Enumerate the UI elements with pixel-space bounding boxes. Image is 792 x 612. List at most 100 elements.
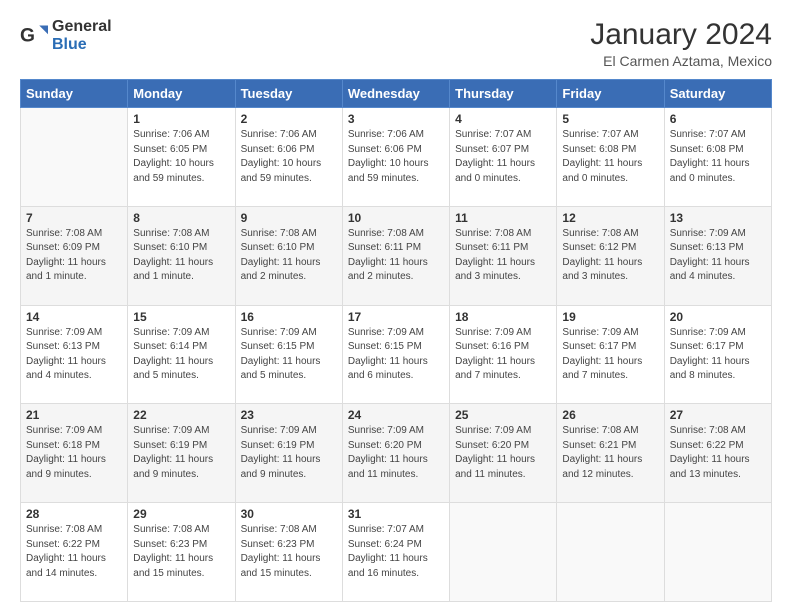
- logo: G General Blue: [20, 18, 112, 54]
- day-number: 18: [455, 310, 551, 324]
- week-row-3: 14 Sunrise: 7:09 AMSunset: 6:13 PMDayligh…: [21, 305, 772, 404]
- column-header-thursday: Thursday: [450, 80, 557, 108]
- calendar-cell: 23 Sunrise: 7:09 AMSunset: 6:19 PMDayligh…: [235, 404, 342, 503]
- day-info: Sunrise: 7:09 AMSunset: 6:13 PMDaylight:…: [26, 326, 122, 384]
- calendar-cell: 3 Sunrise: 7:06 AMSunset: 6:06 PMDaylight…: [342, 108, 449, 207]
- calendar-cell: 24 Sunrise: 7:09 AMSunset: 6:20 PMDayligh…: [342, 404, 449, 503]
- day-info: Sunrise: 7:06 AMSunset: 6:06 PMDaylight:…: [241, 128, 337, 186]
- calendar-table: SundayMondayTuesdayWednesdayThursdayFrid…: [20, 79, 772, 602]
- calendar-cell: 2 Sunrise: 7:06 AMSunset: 6:06 PMDaylight…: [235, 108, 342, 207]
- calendar-cell: 31Sunrise: 7:07 AMSunset: 6:24 PMDayligh…: [342, 503, 449, 602]
- header-row: SundayMondayTuesdayWednesdayThursdayFrid…: [21, 80, 772, 108]
- day-info: Sunrise: 7:09 AMSunset: 6:18 PMDaylight:…: [26, 424, 122, 482]
- day-number: 29: [133, 507, 229, 521]
- column-header-tuesday: Tuesday: [235, 80, 342, 108]
- calendar-cell: 12 Sunrise: 7:08 AMSunset: 6:12 PMDayligh…: [557, 206, 664, 305]
- calendar-cell: 13 Sunrise: 7:09 AMSunset: 6:13 PMDayligh…: [664, 206, 771, 305]
- logo-general: General: [52, 18, 112, 35]
- page-subtitle: El Carmen Aztama, Mexico: [590, 53, 772, 69]
- calendar-cell: 26Sunrise: 7:08 AMSunset: 6:21 PMDayligh…: [557, 404, 664, 503]
- day-info: Sunrise: 7:07 AMSunset: 6:24 PMDaylight:…: [348, 523, 444, 581]
- day-info: Sunrise: 7:08 AMSunset: 6:10 PMDaylight:…: [133, 227, 229, 285]
- day-info: Sunrise: 7:09 AMSunset: 6:15 PMDaylight:…: [348, 326, 444, 384]
- day-number: 23: [241, 408, 337, 422]
- day-info: Sunrise: 7:07 AMSunset: 6:08 PMDaylight:…: [670, 128, 766, 186]
- page-title: January 2024: [590, 18, 772, 51]
- column-header-monday: Monday: [128, 80, 235, 108]
- day-number: 27: [670, 408, 766, 422]
- calendar-cell: [664, 503, 771, 602]
- day-info: Sunrise: 7:07 AMSunset: 6:07 PMDaylight:…: [455, 128, 551, 186]
- day-number: 3: [348, 112, 444, 126]
- calendar-cell: 10Sunrise: 7:08 AMSunset: 6:11 PMDayligh…: [342, 206, 449, 305]
- calendar-cell: 8 Sunrise: 7:08 AMSunset: 6:10 PMDaylight…: [128, 206, 235, 305]
- day-info: Sunrise: 7:09 AMSunset: 6:13 PMDaylight:…: [670, 227, 766, 285]
- day-number: 16: [241, 310, 337, 324]
- calendar-cell: 6 Sunrise: 7:07 AMSunset: 6:08 PMDaylight…: [664, 108, 771, 207]
- calendar-cell: [557, 503, 664, 602]
- day-info: Sunrise: 7:09 AMSunset: 6:14 PMDaylight:…: [133, 326, 229, 384]
- calendar-cell: 18Sunrise: 7:09 AMSunset: 6:16 PMDayligh…: [450, 305, 557, 404]
- top-section: G General Blue January 2024 El Carmen Az…: [20, 18, 772, 69]
- logo-text: General Blue: [52, 18, 112, 54]
- logo-icon: G: [20, 22, 48, 50]
- day-info: Sunrise: 7:08 AMSunset: 6:11 PMDaylight:…: [348, 227, 444, 285]
- calendar-cell: 5Sunrise: 7:07 AMSunset: 6:08 PMDaylight…: [557, 108, 664, 207]
- column-header-wednesday: Wednesday: [342, 80, 449, 108]
- day-info: Sunrise: 7:09 AMSunset: 6:20 PMDaylight:…: [455, 424, 551, 482]
- calendar-cell: 20 Sunrise: 7:09 AMSunset: 6:17 PMDayligh…: [664, 305, 771, 404]
- svg-text:G: G: [20, 25, 35, 46]
- calendar-header: SundayMondayTuesdayWednesdayThursdayFrid…: [21, 80, 772, 108]
- day-number: 4: [455, 112, 551, 126]
- day-info: Sunrise: 7:09 AMSunset: 6:15 PMDaylight:…: [241, 326, 337, 384]
- calendar-cell: 22Sunrise: 7:09 AMSunset: 6:19 PMDayligh…: [128, 404, 235, 503]
- day-info: Sunrise: 7:06 AMSunset: 6:06 PMDaylight:…: [348, 128, 444, 186]
- calendar-cell: [21, 108, 128, 207]
- day-number: 14: [26, 310, 122, 324]
- day-info: Sunrise: 7:08 AMSunset: 6:23 PMDaylight:…: [241, 523, 337, 581]
- day-info: Sunrise: 7:08 AMSunset: 6:21 PMDaylight:…: [562, 424, 658, 482]
- day-number: 20: [670, 310, 766, 324]
- day-info: Sunrise: 7:09 AMSunset: 6:19 PMDaylight:…: [241, 424, 337, 482]
- calendar-cell: 7 Sunrise: 7:08 AMSunset: 6:09 PMDaylight…: [21, 206, 128, 305]
- day-number: 6: [670, 112, 766, 126]
- title-section: January 2024 El Carmen Aztama, Mexico: [590, 18, 772, 69]
- day-number: 8: [133, 211, 229, 225]
- day-number: 28: [26, 507, 122, 521]
- calendar-cell: 30Sunrise: 7:08 AMSunset: 6:23 PMDayligh…: [235, 503, 342, 602]
- week-row-4: 21 Sunrise: 7:09 AMSunset: 6:18 PMDayligh…: [21, 404, 772, 503]
- day-number: 19: [562, 310, 658, 324]
- calendar-cell: 21 Sunrise: 7:09 AMSunset: 6:18 PMDayligh…: [21, 404, 128, 503]
- calendar-cell: 29Sunrise: 7:08 AMSunset: 6:23 PMDayligh…: [128, 503, 235, 602]
- calendar-cell: 17 Sunrise: 7:09 AMSunset: 6:15 PMDayligh…: [342, 305, 449, 404]
- day-number: 21: [26, 408, 122, 422]
- calendar-cell: 28 Sunrise: 7:08 AMSunset: 6:22 PMDayligh…: [21, 503, 128, 602]
- day-number: 24: [348, 408, 444, 422]
- day-number: 13: [670, 211, 766, 225]
- calendar-cell: 4 Sunrise: 7:07 AMSunset: 6:07 PMDaylight…: [450, 108, 557, 207]
- calendar-cell: 1Sunrise: 7:06 AMSunset: 6:05 PMDaylight…: [128, 108, 235, 207]
- day-info: Sunrise: 7:08 AMSunset: 6:11 PMDaylight:…: [455, 227, 551, 285]
- day-info: Sunrise: 7:09 AMSunset: 6:17 PMDaylight:…: [670, 326, 766, 384]
- day-info: Sunrise: 7:08 AMSunset: 6:12 PMDaylight:…: [562, 227, 658, 285]
- day-info: Sunrise: 7:07 AMSunset: 6:08 PMDaylight:…: [562, 128, 658, 186]
- calendar-body: 1Sunrise: 7:06 AMSunset: 6:05 PMDaylight…: [21, 108, 772, 602]
- day-number: 11: [455, 211, 551, 225]
- day-info: Sunrise: 7:08 AMSunset: 6:09 PMDaylight:…: [26, 227, 122, 285]
- week-row-5: 28 Sunrise: 7:08 AMSunset: 6:22 PMDayligh…: [21, 503, 772, 602]
- day-number: 15: [133, 310, 229, 324]
- day-info: Sunrise: 7:09 AMSunset: 6:20 PMDaylight:…: [348, 424, 444, 482]
- day-info: Sunrise: 7:08 AMSunset: 6:22 PMDaylight:…: [26, 523, 122, 581]
- day-info: Sunrise: 7:08 AMSunset: 6:10 PMDaylight:…: [241, 227, 337, 285]
- column-header-sunday: Sunday: [21, 80, 128, 108]
- day-number: 2: [241, 112, 337, 126]
- column-header-friday: Friday: [557, 80, 664, 108]
- day-info: Sunrise: 7:08 AMSunset: 6:22 PMDaylight:…: [670, 424, 766, 482]
- day-number: 1: [133, 112, 229, 126]
- calendar-cell: 19 Sunrise: 7:09 AMSunset: 6:17 PMDayligh…: [557, 305, 664, 404]
- day-number: 12: [562, 211, 658, 225]
- day-number: 25: [455, 408, 551, 422]
- day-number: 17: [348, 310, 444, 324]
- day-info: Sunrise: 7:09 AMSunset: 6:17 PMDaylight:…: [562, 326, 658, 384]
- day-number: 7: [26, 211, 122, 225]
